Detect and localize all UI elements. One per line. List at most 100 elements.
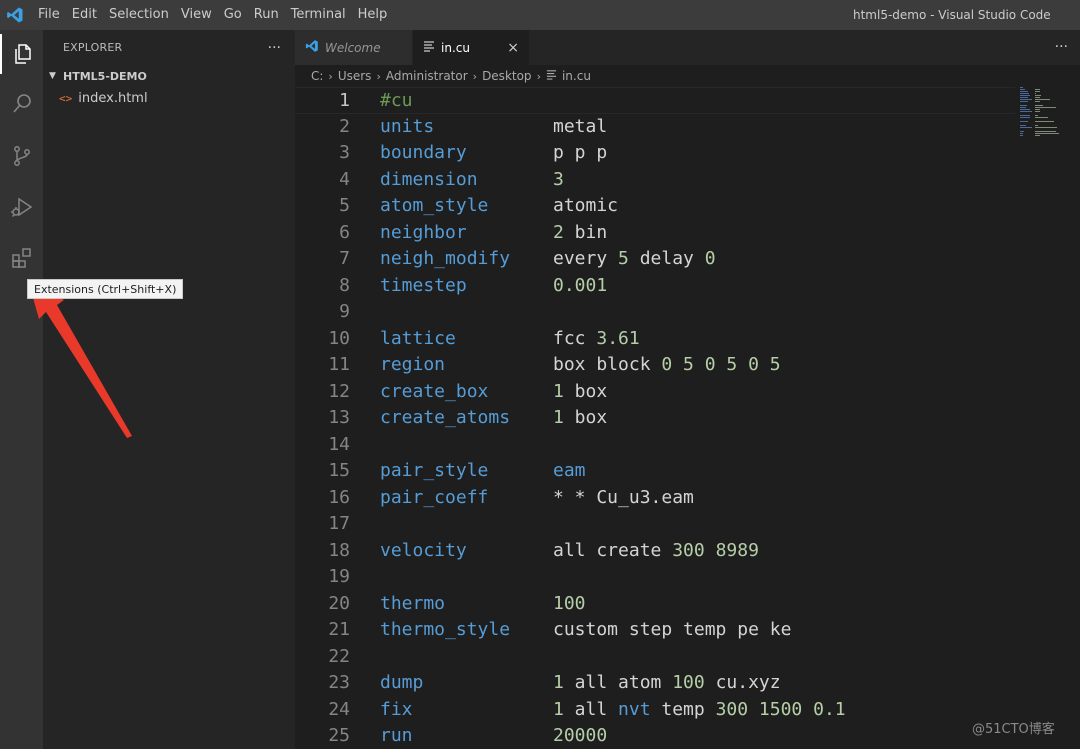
code-line[interactable]: 13 create_atoms 1 box <box>295 405 1015 432</box>
code-line[interactable]: 17 <box>295 511 1015 538</box>
code-token: 1 <box>553 698 564 720</box>
code-line[interactable]: 20 thermo 100 <box>295 591 1015 618</box>
minimap-line <box>1035 107 1056 108</box>
code-line[interactable]: 15 pair_style eam <box>295 458 1015 485</box>
minimap-line <box>1035 133 1059 134</box>
line-number: 22 <box>328 645 350 667</box>
menu-help[interactable]: Help <box>352 0 394 30</box>
more-actions-icon[interactable]: ··· <box>268 40 281 56</box>
menu-go[interactable]: Go <box>218 0 248 30</box>
line-number: 16 <box>328 486 350 508</box>
minimap-line <box>1020 115 1030 116</box>
minimap-line <box>1035 95 1041 96</box>
code-keyword: fix <box>380 698 413 720</box>
code-line[interactable]: 14 <box>295 432 1015 459</box>
minimap-line <box>1035 93 1036 94</box>
minimap-line <box>1020 89 1025 90</box>
code-line[interactable]: 18 velocity all create 300 8989 <box>295 538 1015 565</box>
code-line[interactable]: 6 neighbor 2 bin <box>295 220 1015 247</box>
minimap-line <box>1020 91 1028 92</box>
menu-edit[interactable]: Edit <box>66 0 103 30</box>
menu-run[interactable]: Run <box>248 0 285 30</box>
menu-selection[interactable]: Selection <box>103 0 175 30</box>
sidebar-header: EXPLORER ··· <box>43 30 295 65</box>
minimap[interactable] <box>1018 87 1080 147</box>
file-item-index-html[interactable]: <> index.html <box>43 87 295 109</box>
code-keyword: units <box>380 115 435 137</box>
code-token: 3.61 <box>596 327 640 349</box>
code-value: 2 bin <box>553 220 607 247</box>
file-lines-icon <box>423 40 435 55</box>
line-number: 8 <box>339 274 350 296</box>
code-line[interactable]: 4 dimension 3 <box>295 167 1015 194</box>
run-debug-icon[interactable] <box>0 187 43 227</box>
code-line[interactable]: 5 atom_style atomic <box>295 193 1015 220</box>
folder-html5-demo[interactable]: ▼ HTML5-DEMO <box>43 65 295 87</box>
code-token: 20000 <box>553 725 608 746</box>
explorer-icon[interactable] <box>0 34 43 74</box>
breadcrumb-item[interactable]: Administrator <box>386 69 468 83</box>
code-token: 0.001 <box>553 274 608 296</box>
code-line[interactable]: 23 dump 1 all atom 100 cu.xyz <box>295 670 1015 697</box>
code-line[interactable]: 16 pair_coeff * * Cu_u3.eam <box>295 485 1015 512</box>
line-number: 23 <box>328 672 350 693</box>
code-line[interactable]: 12 create_box 1 box <box>295 379 1015 406</box>
code-keyword: velocity <box>380 539 467 561</box>
search-icon[interactable] <box>0 84 43 124</box>
menu-terminal[interactable]: Terminal <box>285 0 352 30</box>
code-token: atomic <box>553 195 619 216</box>
code-line[interactable]: 24 fix 1 all nvt temp 300 1500 0.1 <box>295 697 1015 724</box>
code-line[interactable]: 3 boundary p p p <box>295 140 1015 167</box>
code-line[interactable]: 22 <box>295 644 1015 671</box>
code-line[interactable]: 8 timestep 0.001 <box>295 273 1015 300</box>
more-actions-icon[interactable]: ··· <box>1055 30 1068 65</box>
code-editor[interactable]: 1 #cu 2 units metal 3 boundary p p p 4 dimension 3… <box>295 87 1080 749</box>
vscode-logo-icon <box>0 0 30 30</box>
activity-bar <box>0 30 43 749</box>
menu-file[interactable]: File <box>32 0 66 30</box>
code-line[interactable]: 21 thermo_style custom step temp pe ke <box>295 617 1015 644</box>
breadcrumb-item[interactable]: Users <box>338 69 372 83</box>
tab-in-cu[interactable]: in.cu × <box>413 30 529 65</box>
minimap-line <box>1020 101 1028 102</box>
code-line[interactable]: 7 neigh_modify every 5 delay 0 <box>295 246 1015 273</box>
code-line[interactable]: 11 region box block 0 5 0 5 0 5 <box>295 352 1015 379</box>
code-token: 0 5 0 5 0 5 <box>661 354 781 375</box>
code-token: 100 <box>553 592 586 614</box>
code-line[interactable]: 10 lattice fcc 3.61 <box>295 326 1015 353</box>
code-token: box <box>563 407 608 428</box>
minimap-line <box>1020 121 1028 122</box>
minimap-line <box>1020 95 1030 96</box>
minimap-line <box>1035 127 1057 128</box>
code-value: 20000 <box>553 723 607 749</box>
breadcrumb-item[interactable]: C: <box>311 69 323 83</box>
code-line[interactable]: 2 units metal <box>295 114 1015 141</box>
minimap-line <box>1035 109 1040 110</box>
line-number: 11 <box>328 354 350 375</box>
code-keyword: pair_coeff <box>380 486 489 508</box>
breadcrumb-item[interactable]: in.cu <box>562 69 591 83</box>
code-keyword: run <box>380 725 413 746</box>
code-token: 300 1500 0.1 <box>715 698 846 720</box>
code-value: eam <box>553 458 586 485</box>
extensions-icon[interactable] <box>0 238 43 278</box>
tab-welcome[interactable]: Welcome <box>295 30 413 65</box>
code-token: every <box>553 248 619 269</box>
code-line[interactable]: 1 #cu <box>295 87 1015 114</box>
code-value: all create 300 8989 <box>553 538 759 565</box>
editor-tabs: Welcome in.cu × ··· <box>295 30 1080 65</box>
menu-view[interactable]: View <box>175 0 218 30</box>
code-line[interactable]: 25 run 20000 <box>295 723 1015 749</box>
minimap-line <box>1020 125 1026 126</box>
breadcrumb-item[interactable]: Desktop <box>482 69 532 83</box>
code-line[interactable]: 19 <box>295 564 1015 591</box>
code-value: 1 all nvt temp 300 1500 0.1 <box>553 697 846 724</box>
code-value: p p p <box>553 140 607 167</box>
code-keyword: thermo <box>380 592 446 614</box>
source-control-icon[interactable] <box>0 136 43 176</box>
close-icon[interactable]: × <box>507 40 519 56</box>
line-number: 1 <box>339 90 350 111</box>
code-value: 1 all atom 100 cu.xyz <box>553 670 781 697</box>
minimap-line <box>1020 93 1029 94</box>
code-line[interactable]: 9 <box>295 299 1015 326</box>
